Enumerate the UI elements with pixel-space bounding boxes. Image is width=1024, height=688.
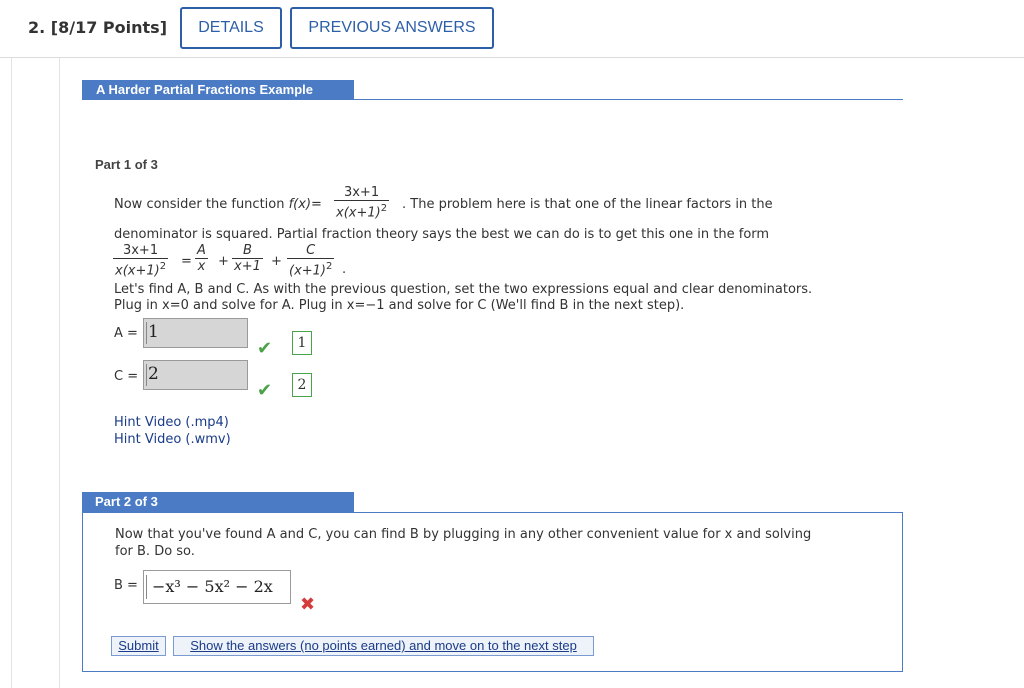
- eq-term-a: A x: [195, 243, 208, 274]
- eq-equals: =: [181, 254, 192, 269]
- function-denominator: x(x+1)2: [336, 203, 388, 221]
- eq-term-b: B x+1: [232, 243, 263, 274]
- part2-line1: Now that you've found A and C, you can f…: [115, 527, 812, 542]
- a-label: A =: [114, 326, 138, 341]
- content-left-border: [11, 58, 12, 688]
- hint-video-mp4-link[interactable]: Hint Video (.mp4): [114, 415, 229, 430]
- a-answer-input[interactable]: 1: [143, 318, 248, 348]
- eq-period: .: [342, 262, 347, 277]
- part1-line3: Let's find A, B and C. As with the previ…: [114, 282, 813, 297]
- incorrect-icon: ✖: [300, 594, 316, 615]
- check-icon: ✔: [257, 380, 273, 401]
- function-numerator: 3x+1: [334, 186, 390, 201]
- b-label: B =: [114, 578, 138, 593]
- a-answer-key: 1: [292, 331, 312, 355]
- part2-line2: for B. Do so.: [115, 544, 195, 559]
- part1-line2: denominator is squared. Partial fraction…: [114, 227, 770, 242]
- points-label: [8/17 Points]: [50, 18, 167, 37]
- hint-video-wmv-link[interactable]: Hint Video (.wmv): [114, 432, 231, 447]
- part1-label: Part 1 of 3: [95, 157, 158, 172]
- submit-button[interactable]: Submit: [111, 636, 166, 656]
- eq-plus-2: +: [271, 254, 282, 269]
- details-button[interactable]: DETAILS: [180, 7, 282, 49]
- section-divider: [82, 99, 903, 100]
- part1-intro-suffix: . The problem here is that one of the li…: [402, 197, 773, 212]
- question-number: 2. [8/17 Points]: [28, 18, 167, 37]
- question-header: 2. [8/17 Points] DETAILS PREVIOUS ANSWER…: [0, 0, 1024, 58]
- content-inner-border: [59, 58, 60, 688]
- part1-line4: Plug in x=0 and solve for A. Plug in x=−…: [114, 298, 685, 313]
- eq-plus-1: +: [218, 254, 229, 269]
- show-answers-button[interactable]: Show the answers (no points earned) and …: [173, 636, 594, 656]
- function-fx: f(x)=: [288, 197, 322, 212]
- c-answer-key: 2: [292, 373, 312, 397]
- c-answer-input[interactable]: 2: [143, 360, 248, 390]
- check-icon: ✔: [257, 338, 273, 359]
- section-title: A Harder Partial Fractions Example: [82, 80, 354, 100]
- b-answer-input[interactable]: −x³ − 5x² − 2x: [143, 570, 291, 604]
- eq-lhs: 3x+1 x(x+1)2: [113, 243, 169, 279]
- previous-answers-button[interactable]: PREVIOUS ANSWERS: [290, 7, 494, 49]
- function-fraction: 3x+1 x(x+1)2: [334, 186, 390, 221]
- part1-intro-prefix: Now consider the function f(x)=: [114, 197, 322, 212]
- eq-term-c: C (x+1)2: [287, 243, 335, 279]
- part2-label: Part 2 of 3: [82, 492, 354, 512]
- c-label: C =: [114, 369, 139, 384]
